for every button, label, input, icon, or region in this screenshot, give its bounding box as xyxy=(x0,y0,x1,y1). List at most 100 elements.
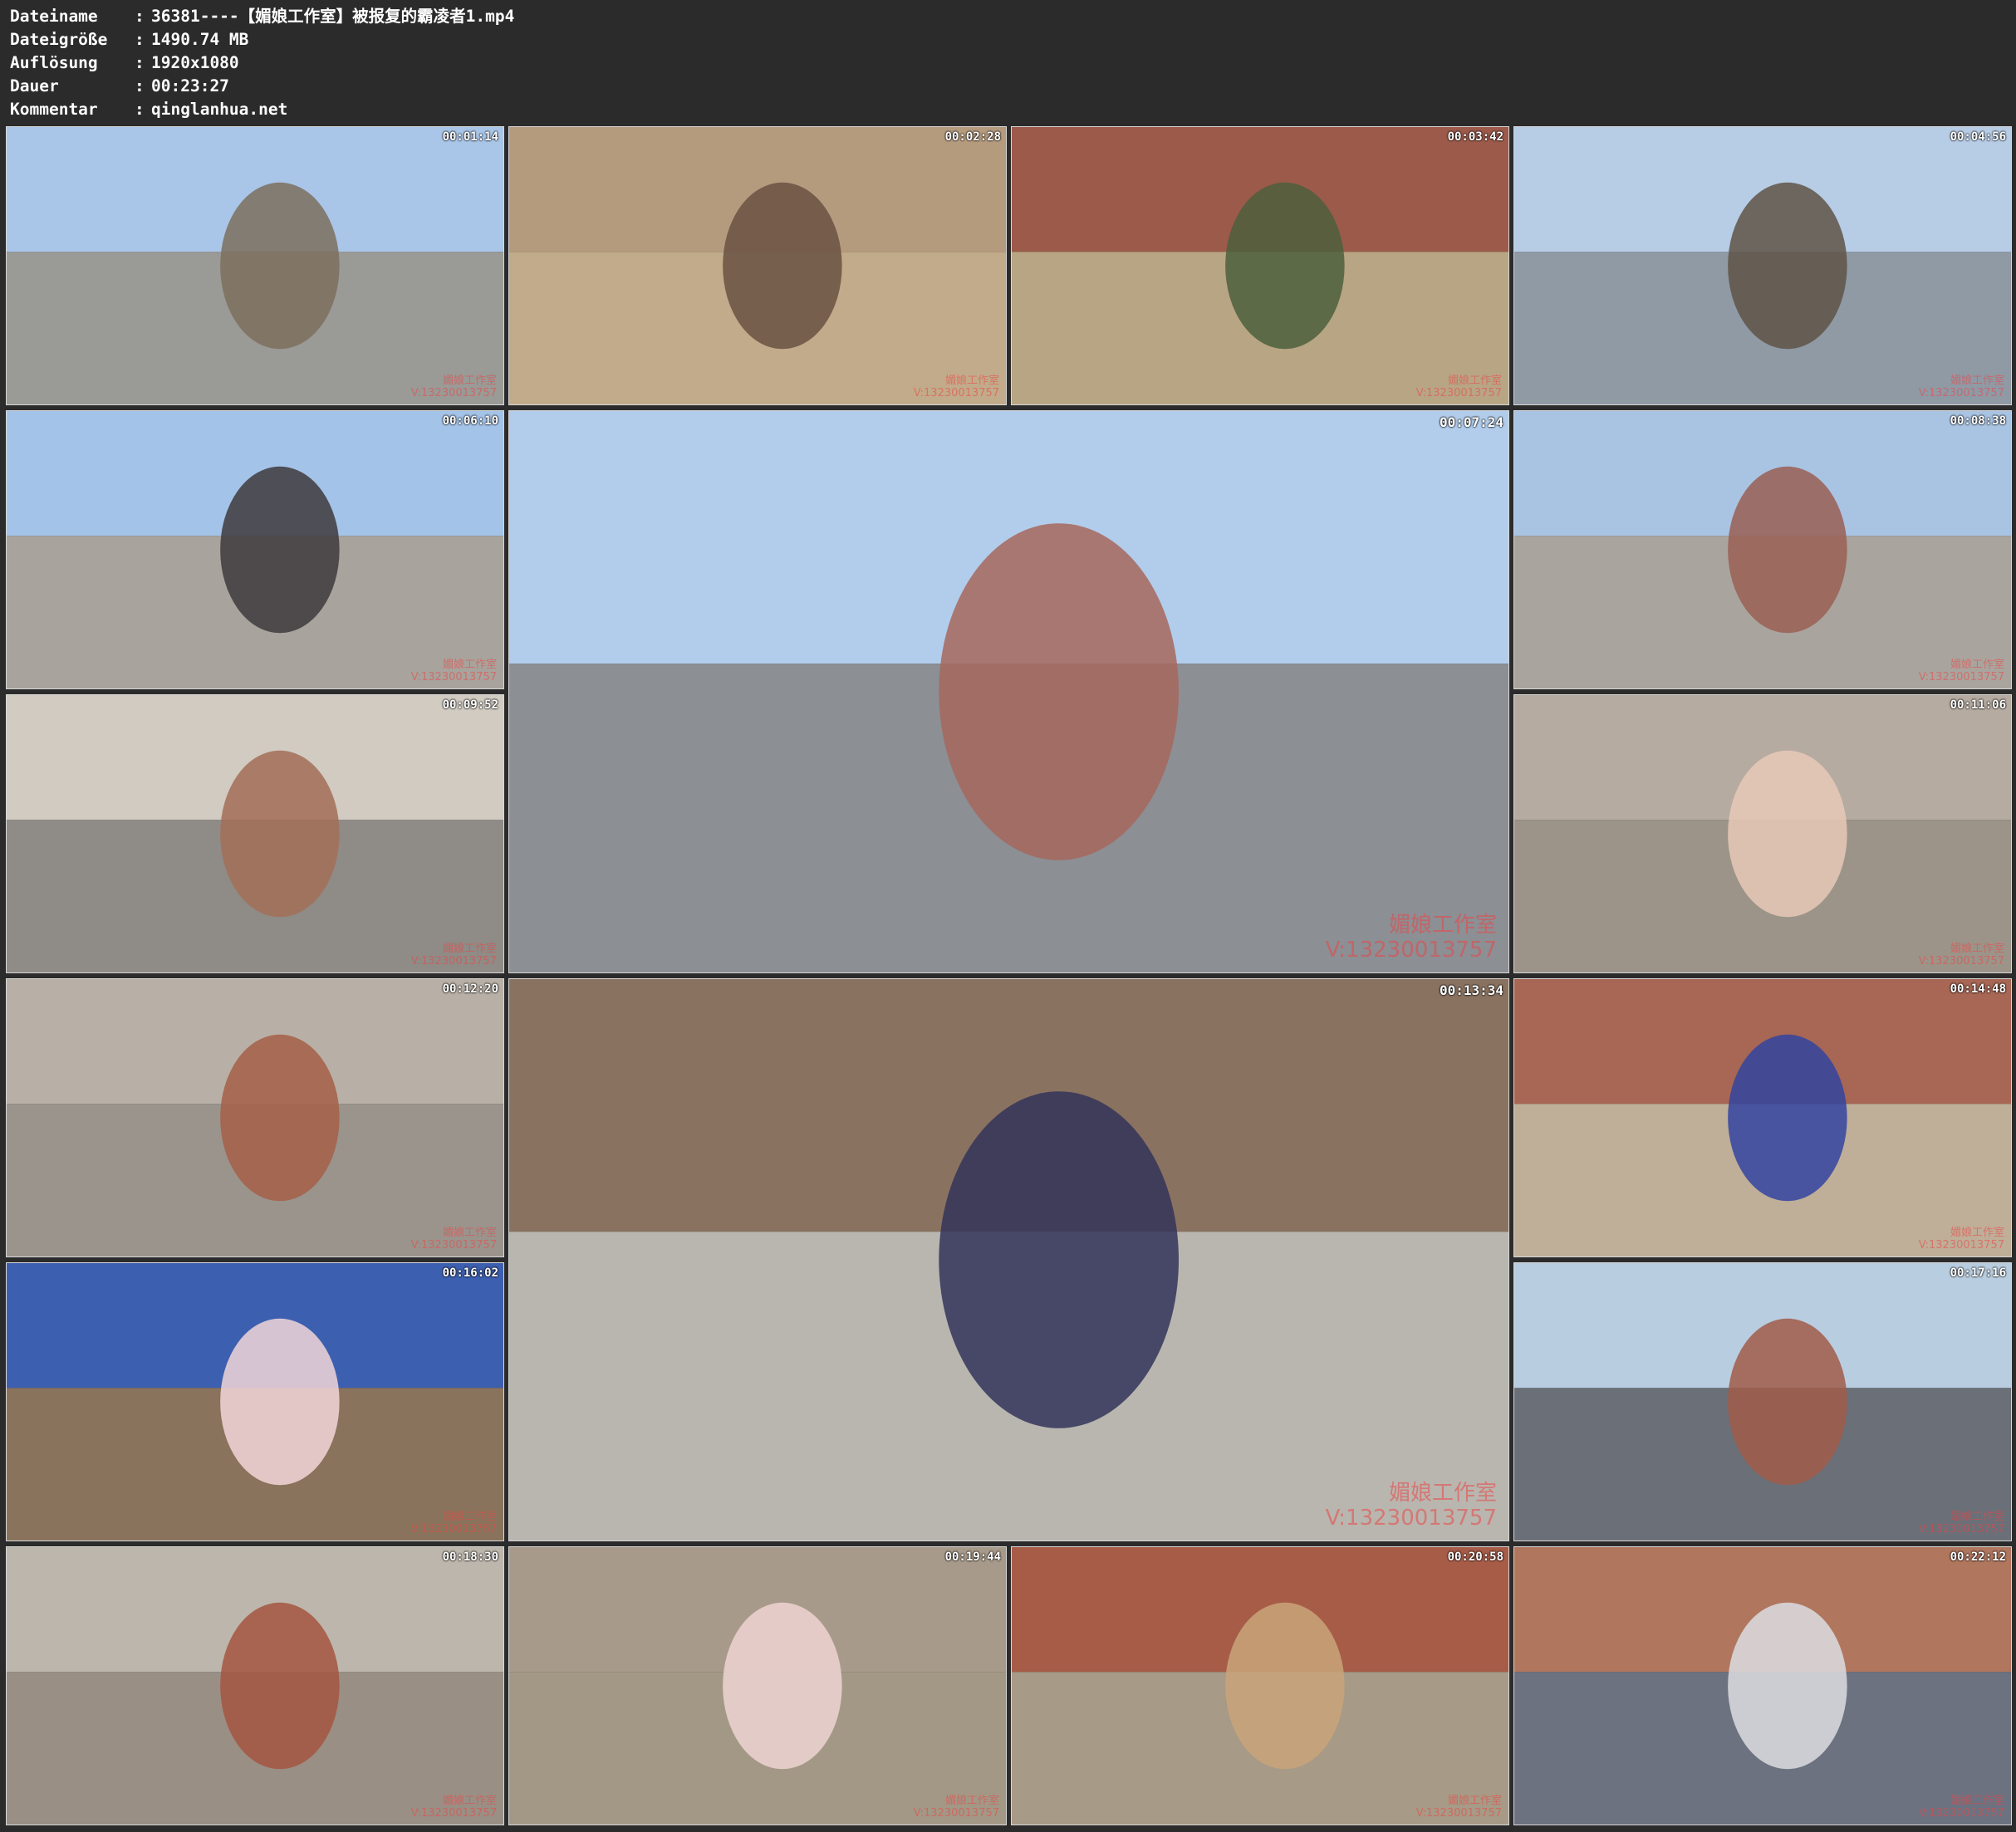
video-thumbnail: 00:22:12 媚娘工作室 V:13230013757 xyxy=(1513,1546,2012,1825)
thumbnail-timestamp: 00:18:30 xyxy=(442,1550,498,1564)
watermark-line2: V:13230013757 xyxy=(1918,1239,2004,1252)
watermark-line1: 媚娘工作室 xyxy=(442,1795,497,1807)
thumbnail-scene xyxy=(7,1263,503,1541)
watermark-line1: 媚娘工作室 xyxy=(944,375,999,387)
video-thumbnail: 00:16:02 媚娘工作室 V:13230013757 xyxy=(6,1262,504,1541)
watermark: 媚娘工作室 V:13230013757 xyxy=(1919,1795,2004,1820)
thumbnail-scene xyxy=(7,979,503,1256)
watermark-line1: 媚娘工作室 xyxy=(442,659,497,671)
thumbnail-timestamp: 00:17:16 xyxy=(1950,1266,2006,1280)
scene-subject xyxy=(220,1034,340,1202)
info-value: 1490.74 MB xyxy=(151,30,249,49)
watermark-line2: V:13230013757 xyxy=(1325,1506,1497,1531)
watermark-line1: 媚娘工作室 xyxy=(1950,1227,2004,1239)
thumbnail-timestamp: 00:09:52 xyxy=(442,698,498,712)
video-thumbnail: 00:02:28 媚娘工作室 V:13230013757 xyxy=(508,126,1007,405)
video-thumbnail: 00:09:52 媚娘工作室 V:13230013757 xyxy=(6,694,504,973)
watermark: 媚娘工作室 V:13230013757 xyxy=(411,943,497,967)
watermark-line1: 媚娘工作室 xyxy=(1950,1511,2004,1523)
info-row-duration: Dauer : 00:23:27 xyxy=(10,75,514,98)
info-colon: : xyxy=(135,100,145,119)
thumbnail-timestamp: 00:08:38 xyxy=(1950,414,2006,428)
watermark: 媚娘工作室 V:13230013757 xyxy=(411,1227,497,1252)
thumbnail-timestamp: 00:07:24 xyxy=(1439,414,1503,430)
video-thumbnail: 00:20:58 媚娘工作室 V:13230013757 xyxy=(1011,1546,1509,1825)
scene-subject xyxy=(1728,182,1847,350)
thumbnail-scene xyxy=(1514,411,2011,688)
thumbnail-scene xyxy=(509,979,1508,1541)
info-label: Dauer xyxy=(10,76,59,96)
watermark-line1: 媚娘工作室 xyxy=(944,1795,999,1807)
scene-subject xyxy=(220,1602,340,1770)
watermark-line2: V:13230013757 xyxy=(1918,1807,2004,1820)
video-thumbnail: 00:17:16 媚娘工作室 V:13230013757 xyxy=(1513,1262,2012,1541)
thumbnail-timestamp: 00:13:34 xyxy=(1439,982,1503,998)
watermark-line2: V:13230013757 xyxy=(1918,955,2004,967)
scene-subject xyxy=(939,523,1180,860)
watermark: 媚娘工作室 V:13230013757 xyxy=(1919,1511,2004,1536)
watermark-line2: V:13230013757 xyxy=(913,387,999,399)
watermark: 媚娘工作室 V:13230013757 xyxy=(1326,913,1497,963)
info-label: Dateigröße xyxy=(10,30,108,49)
scene-subject xyxy=(723,1602,842,1770)
video-thumbnail: 00:03:42 媚娘工作室 V:13230013757 xyxy=(1011,126,1509,405)
watermark-line1: 媚娘工作室 xyxy=(1950,1795,2004,1807)
scene-subject xyxy=(723,182,842,350)
info-colon: : xyxy=(135,7,145,26)
thumbnail-scene xyxy=(509,411,1508,972)
watermark-line2: V:13230013757 xyxy=(1325,938,1497,963)
watermark-line2: V:13230013757 xyxy=(1415,1807,1502,1820)
thumbnail-scene xyxy=(7,127,503,404)
thumbnail-scene xyxy=(1514,1547,2011,1825)
watermark: 媚娘工作室 V:13230013757 xyxy=(1326,1481,1497,1531)
video-thumbnail: 00:08:38 媚娘工作室 V:13230013757 xyxy=(1513,410,2012,689)
watermark: 媚娘工作室 V:13230013757 xyxy=(1919,659,2004,683)
thumbnail-timestamp: 00:02:28 xyxy=(944,130,1001,144)
thumbnail-timestamp: 00:04:56 xyxy=(1950,130,2006,144)
scene-subject xyxy=(1728,1318,1847,1486)
watermark-line2: V:13230013757 xyxy=(410,387,497,399)
watermark: 媚娘工作室 V:13230013757 xyxy=(411,375,497,399)
video-thumbnail: 00:14:48 媚娘工作室 V:13230013757 xyxy=(1513,978,2012,1257)
video-thumbnail: 00:12:20 媚娘工作室 V:13230013757 xyxy=(6,978,504,1257)
watermark-line1: 媚娘工作室 xyxy=(1950,659,2004,671)
watermark-line2: V:13230013757 xyxy=(1918,1523,2004,1536)
watermark-line1: 媚娘工作室 xyxy=(1950,375,2004,387)
watermark: 媚娘工作室 V:13230013757 xyxy=(1919,943,2004,967)
watermark-line2: V:13230013757 xyxy=(1415,387,1502,399)
video-thumbnail: 00:19:44 媚娘工作室 V:13230013757 xyxy=(508,1546,1007,1825)
video-thumbnail: 00:07:24 媚娘工作室 V:13230013757 xyxy=(508,410,1509,973)
watermark-line1: 媚娘工作室 xyxy=(442,375,497,387)
scene-subject xyxy=(220,182,340,350)
thumbnail-scene xyxy=(509,127,1006,404)
watermark: 媚娘工作室 V:13230013757 xyxy=(1416,375,1502,399)
thumbnail-scene xyxy=(509,1547,1006,1825)
file-info-header: Dateiname : 36381----【媚娘工作室】被报复的霸凌者1.mp4… xyxy=(10,5,514,121)
watermark-line1: 媚娘工作室 xyxy=(442,943,497,955)
watermark: 媚娘工作室 V:13230013757 xyxy=(1416,1795,1502,1820)
watermark-line2: V:13230013757 xyxy=(410,671,497,683)
thumbnail-scene xyxy=(1514,695,2011,972)
scene-subject xyxy=(1225,1602,1345,1770)
watermark: 媚娘工作室 V:13230013757 xyxy=(1919,1227,2004,1252)
info-label: Kommentar xyxy=(10,100,98,119)
watermark: 媚娘工作室 V:13230013757 xyxy=(411,659,497,683)
info-colon: : xyxy=(135,53,145,72)
watermark: 媚娘工作室 V:13230013757 xyxy=(411,1795,497,1820)
scene-subject xyxy=(220,750,340,918)
watermark: 媚娘工作室 V:13230013757 xyxy=(914,375,999,399)
watermark-line1: 媚娘工作室 xyxy=(1388,913,1497,938)
watermark-line2: V:13230013757 xyxy=(410,955,497,967)
video-thumbnail: 00:01:14 媚娘工作室 V:13230013757 xyxy=(6,126,504,405)
info-value: 36381----【媚娘工作室】被报复的霸凌者1.mp4 xyxy=(151,7,515,26)
video-thumbnail: 00:06:10 媚娘工作室 V:13230013757 xyxy=(6,410,504,689)
watermark-line2: V:13230013757 xyxy=(410,1523,497,1536)
watermark-line1: 媚娘工作室 xyxy=(442,1227,497,1239)
thumbnail-timestamp: 00:22:12 xyxy=(1950,1550,2006,1564)
info-row-filename: Dateiname : 36381----【媚娘工作室】被报复的霸凌者1.mp4 xyxy=(10,5,514,28)
info-colon: : xyxy=(135,76,145,96)
thumbnail-timestamp: 00:11:06 xyxy=(1950,698,2006,712)
watermark: 媚娘工作室 V:13230013757 xyxy=(411,1511,497,1536)
watermark-line1: 媚娘工作室 xyxy=(1447,375,1502,387)
thumbnail-scene xyxy=(1012,1547,1508,1825)
